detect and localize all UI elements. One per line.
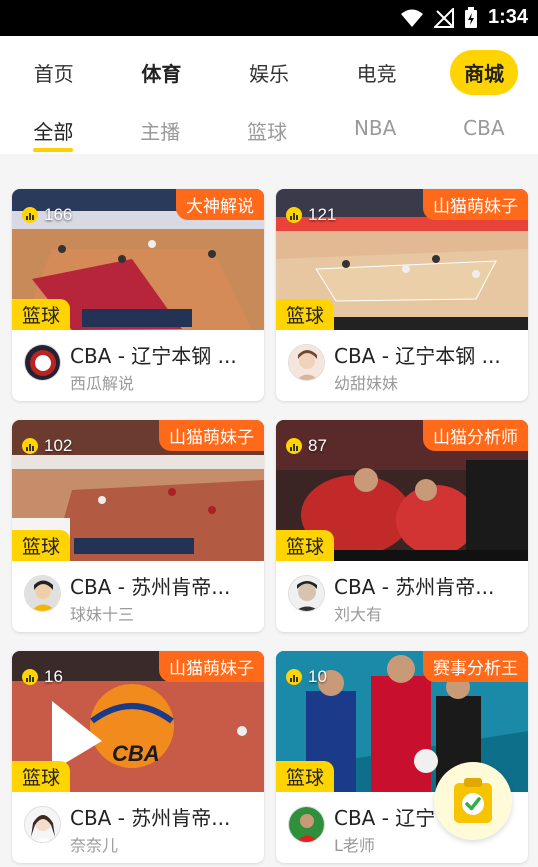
avatar[interactable] [288,575,325,612]
anchor-badge: 山猫萌妹子 [423,189,528,220]
author-name: 刘大有 [334,605,383,624]
subtab-nba[interactable]: NBA [354,108,396,154]
popularity-icon [286,207,302,223]
stream-title: CBA - 苏州肯帝... [70,806,231,830]
popularity-icon [286,669,302,685]
category-tag: 篮球 [276,761,335,792]
avatar[interactable] [24,806,61,843]
tab-sports[interactable]: 体育 [127,50,195,95]
avatar[interactable] [24,344,61,381]
popularity-icon [22,438,38,454]
battery-charging-icon [464,6,477,28]
stream-thumbnail: CBA 16 山猫萌妹子 篮球 [12,651,264,792]
stream-card[interactable]: CBA 16 山猫萌妹子 篮球 CBA - 苏州肯帝... 奈奈儿 [12,651,264,863]
avatar[interactable] [288,806,325,843]
tab-entertainment[interactable]: 娱乐 [235,50,303,95]
task-fab-button[interactable] [434,762,512,840]
tab-mall[interactable]: 商城 [450,49,519,95]
stream-thumbnail: 121 山猫萌妹子 篮球 [276,189,528,330]
author-name: 幼甜妹妹 [334,374,399,393]
viewer-count: 121 [286,205,336,225]
author-name: 西瓜解说 [70,374,135,393]
avatar[interactable] [288,344,325,381]
anchor-badge: 大神解说 [176,189,264,220]
subtab-anchor[interactable]: 主播 [140,108,180,154]
subtab-all[interactable]: 全部 [33,108,74,154]
anchor-badge: 山猫萌妹子 [159,651,264,682]
stream-card[interactable]: 87 山猫分析师 篮球 CBA - 苏州肯帝... 刘大有 [276,420,528,632]
stream-card[interactable]: 121 山猫萌妹子 篮球 CBA - 辽宁本钢 ... 幼甜妹妹 [276,189,528,401]
stream-thumbnail: 87 山猫分析师 篮球 [276,420,528,561]
stream-title: CBA - 苏州肯帝... [334,575,495,599]
subtab-basketball[interactable]: 篮球 [247,108,287,154]
viewer-count: 102 [22,436,72,456]
stream-card[interactable]: 102 山猫萌妹子 篮球 CBA - 苏州肯帝... 球妹十三 [12,420,264,632]
tab-esports[interactable]: 电竞 [343,50,411,95]
anchor-badge: 山猫分析师 [423,420,528,451]
subtab-cba[interactable]: CBA [463,108,504,154]
category-tag: 篮球 [276,299,335,330]
popularity-icon [286,438,302,454]
avatar[interactable] [24,575,61,612]
clipboard-check-icon [454,778,492,823]
author-name: 奈奈儿 [70,836,119,855]
stream-card[interactable]: 166 大神解说 篮球 CBA - 辽宁本钢 ... 西瓜解说 [12,189,264,401]
status-bar: 1:34 [0,0,538,36]
sub-category-nav: 全部 主播 篮球 NBA CBA [0,108,538,154]
wifi-icon [400,9,423,27]
popularity-icon [22,207,38,223]
stream-title: CBA - 辽宁本钢 ... [70,344,237,368]
stream-title: CBA - 苏州肯帝... [70,575,231,599]
category-tag: 篮球 [276,530,335,561]
category-nav: 首页 体育 娱乐 电竞 商城 [0,36,538,108]
viewer-count: 10 [286,667,327,687]
viewer-count: 166 [22,205,72,225]
tab-home[interactable]: 首页 [20,50,88,95]
viewer-count: 87 [286,436,327,456]
category-tag: 篮球 [12,299,71,330]
category-tag: 篮球 [12,530,71,561]
anchor-badge: 赛事分析王 [423,651,528,682]
author-name: L老师 [334,836,375,855]
popularity-icon [22,669,38,685]
viewer-count: 16 [22,667,63,687]
stream-thumbnail: 166 大神解说 篮球 [12,189,264,330]
svg-text:CBA: CBA [112,741,160,766]
clock: 1:34 [487,6,528,28]
anchor-badge: 山猫萌妹子 [159,420,264,451]
stream-title: CBA - 辽宁本钢 ... [334,344,501,368]
stream-thumbnail: 102 山猫萌妹子 篮球 [12,420,264,561]
author-name: 球妹十三 [70,605,135,624]
category-tag: 篮球 [12,761,71,792]
no-signal-icon [433,7,454,28]
